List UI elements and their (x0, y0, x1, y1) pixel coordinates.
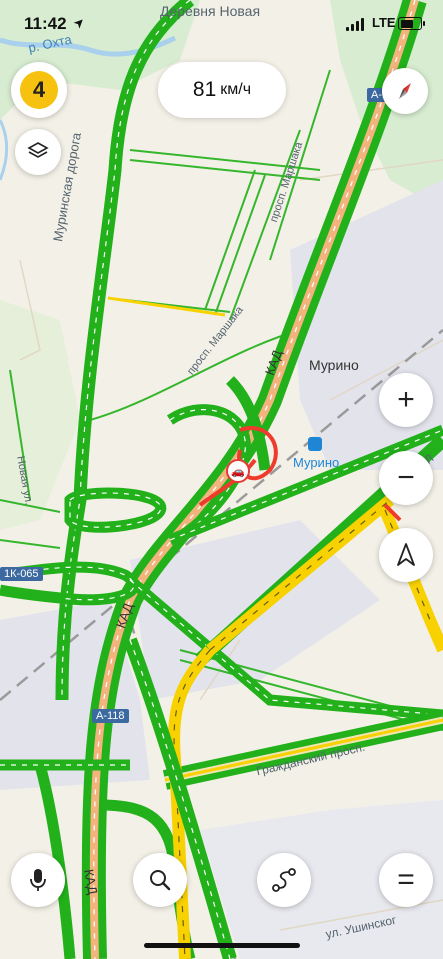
compass-button[interactable] (382, 68, 428, 114)
traffic-level-value: 4 (20, 71, 58, 109)
layers-button[interactable] (15, 129, 61, 175)
battery-tip (423, 21, 425, 26)
plus-icon: + (397, 383, 415, 416)
zoom-in-button[interactable]: + (379, 373, 433, 427)
minus-icon: − (397, 461, 415, 494)
menu-icon: = (397, 863, 415, 896)
speed-indicator: 81 км/ч (158, 62, 286, 118)
route-button[interactable] (257, 853, 311, 907)
station-label[interactable]: Мурино (293, 455, 339, 470)
navigation-button[interactable] (379, 528, 433, 582)
accident-icon[interactable]: 🚗 (226, 459, 250, 483)
signal-icon (346, 18, 368, 31)
network-type: LTE (372, 15, 396, 30)
microphone-icon (30, 869, 46, 891)
search-button[interactable] (133, 853, 187, 907)
layers-icon (27, 142, 49, 158)
speed-value: 81 (192, 78, 217, 101)
menu-button[interactable]: = (379, 853, 433, 907)
search-icon (150, 870, 171, 891)
route-icon (272, 868, 296, 892)
compass-icon (399, 83, 411, 99)
navigation-arrow-icon (397, 543, 415, 566)
highway-shield: 1К-065 (0, 567, 43, 581)
location-arrow-icon: ➤ (69, 13, 89, 32)
highway-shield: А-118 (92, 709, 129, 723)
battery-icon (398, 17, 422, 30)
status-time: 11:42 (24, 14, 67, 33)
home-indicator (144, 943, 300, 948)
voice-search-button[interactable] (11, 853, 65, 907)
traffic-level-button[interactable]: 4 (11, 62, 67, 118)
town-label: Мурино (309, 357, 359, 373)
speed-unit: км/ч (220, 81, 252, 98)
status-bar: 11:42 ➤ LTE (0, 0, 443, 50)
zoom-out-button[interactable]: − (379, 451, 433, 505)
metro-station-icon[interactable] (308, 437, 322, 451)
